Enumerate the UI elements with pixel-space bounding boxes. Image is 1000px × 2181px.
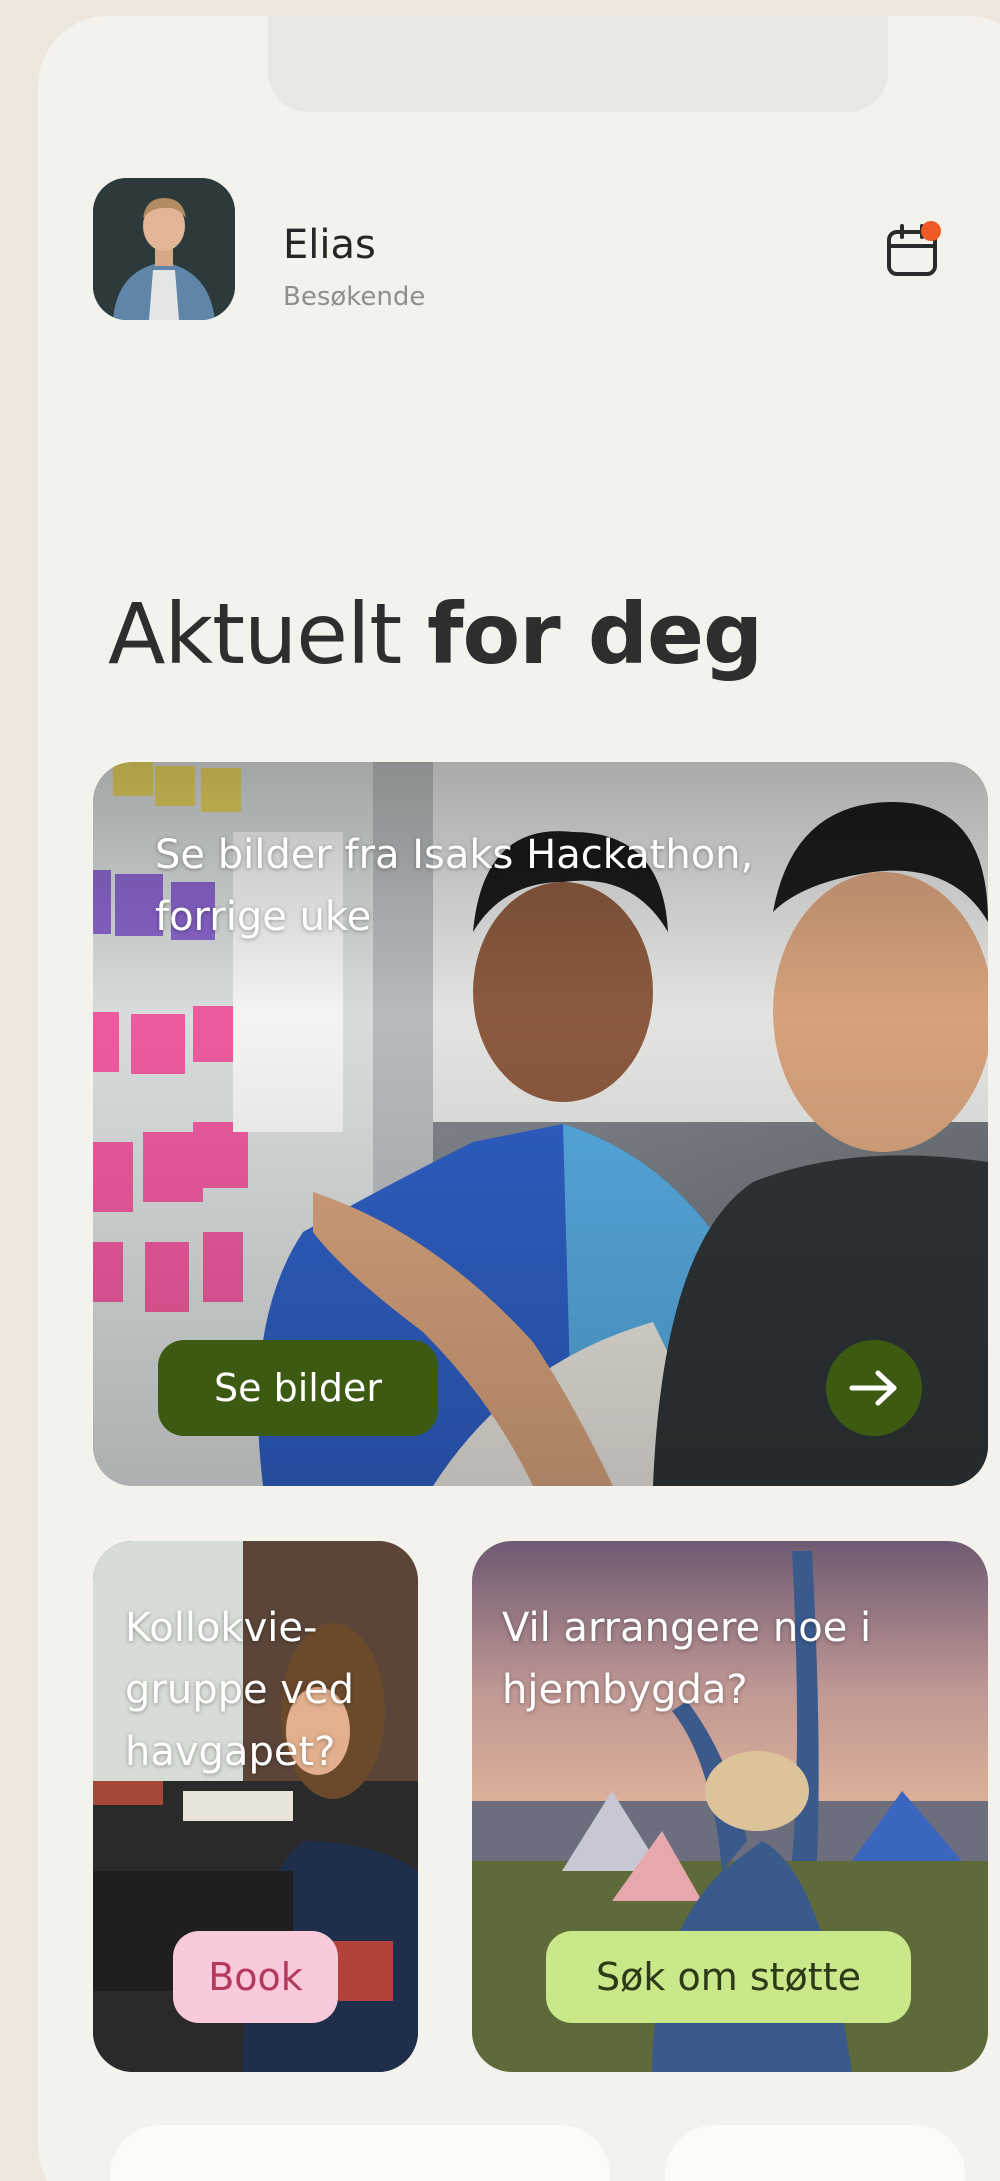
calendar-icon [887, 221, 941, 276]
see-photos-button[interactable]: Se bilder [158, 1340, 438, 1436]
arrow-right-icon [849, 1370, 897, 1406]
study-group-title: Kollokvie-gruppe ved havgapet? [125, 1605, 354, 1775]
book-button[interactable]: Book [173, 1931, 338, 2023]
title-regular: Aktuelt [108, 585, 427, 683]
avatar[interactable] [93, 178, 235, 320]
bottom-nav-right[interactable] [665, 2125, 965, 2181]
page-title: Aktuelt for deg [108, 585, 763, 683]
calendar-button[interactable] [884, 220, 944, 280]
user-name: Elias [283, 222, 376, 268]
featured-card[interactable]: Se bilder fra Isaks Hackathon, forrige u… [93, 762, 988, 1486]
event-support-title: Vil arrangere noe i hjembygda? [502, 1605, 872, 1713]
study-group-card[interactable]: Kollokvie-gruppe ved havgapet? Book [93, 1541, 418, 2072]
notch [268, 16, 888, 112]
featured-card-title: Se bilder fra Isaks Hackathon, forrige u… [155, 832, 754, 940]
bottom-nav-left[interactable] [110, 2125, 610, 2181]
notification-dot [921, 221, 941, 241]
apply-support-button[interactable]: Søk om støtte [546, 1931, 911, 2023]
user-role: Besøkende [283, 282, 426, 312]
event-support-card[interactable]: Vil arrangere noe i hjembygda? Søk om st… [472, 1541, 988, 2072]
title-bold: for deg [426, 585, 763, 683]
next-button[interactable] [826, 1340, 922, 1436]
